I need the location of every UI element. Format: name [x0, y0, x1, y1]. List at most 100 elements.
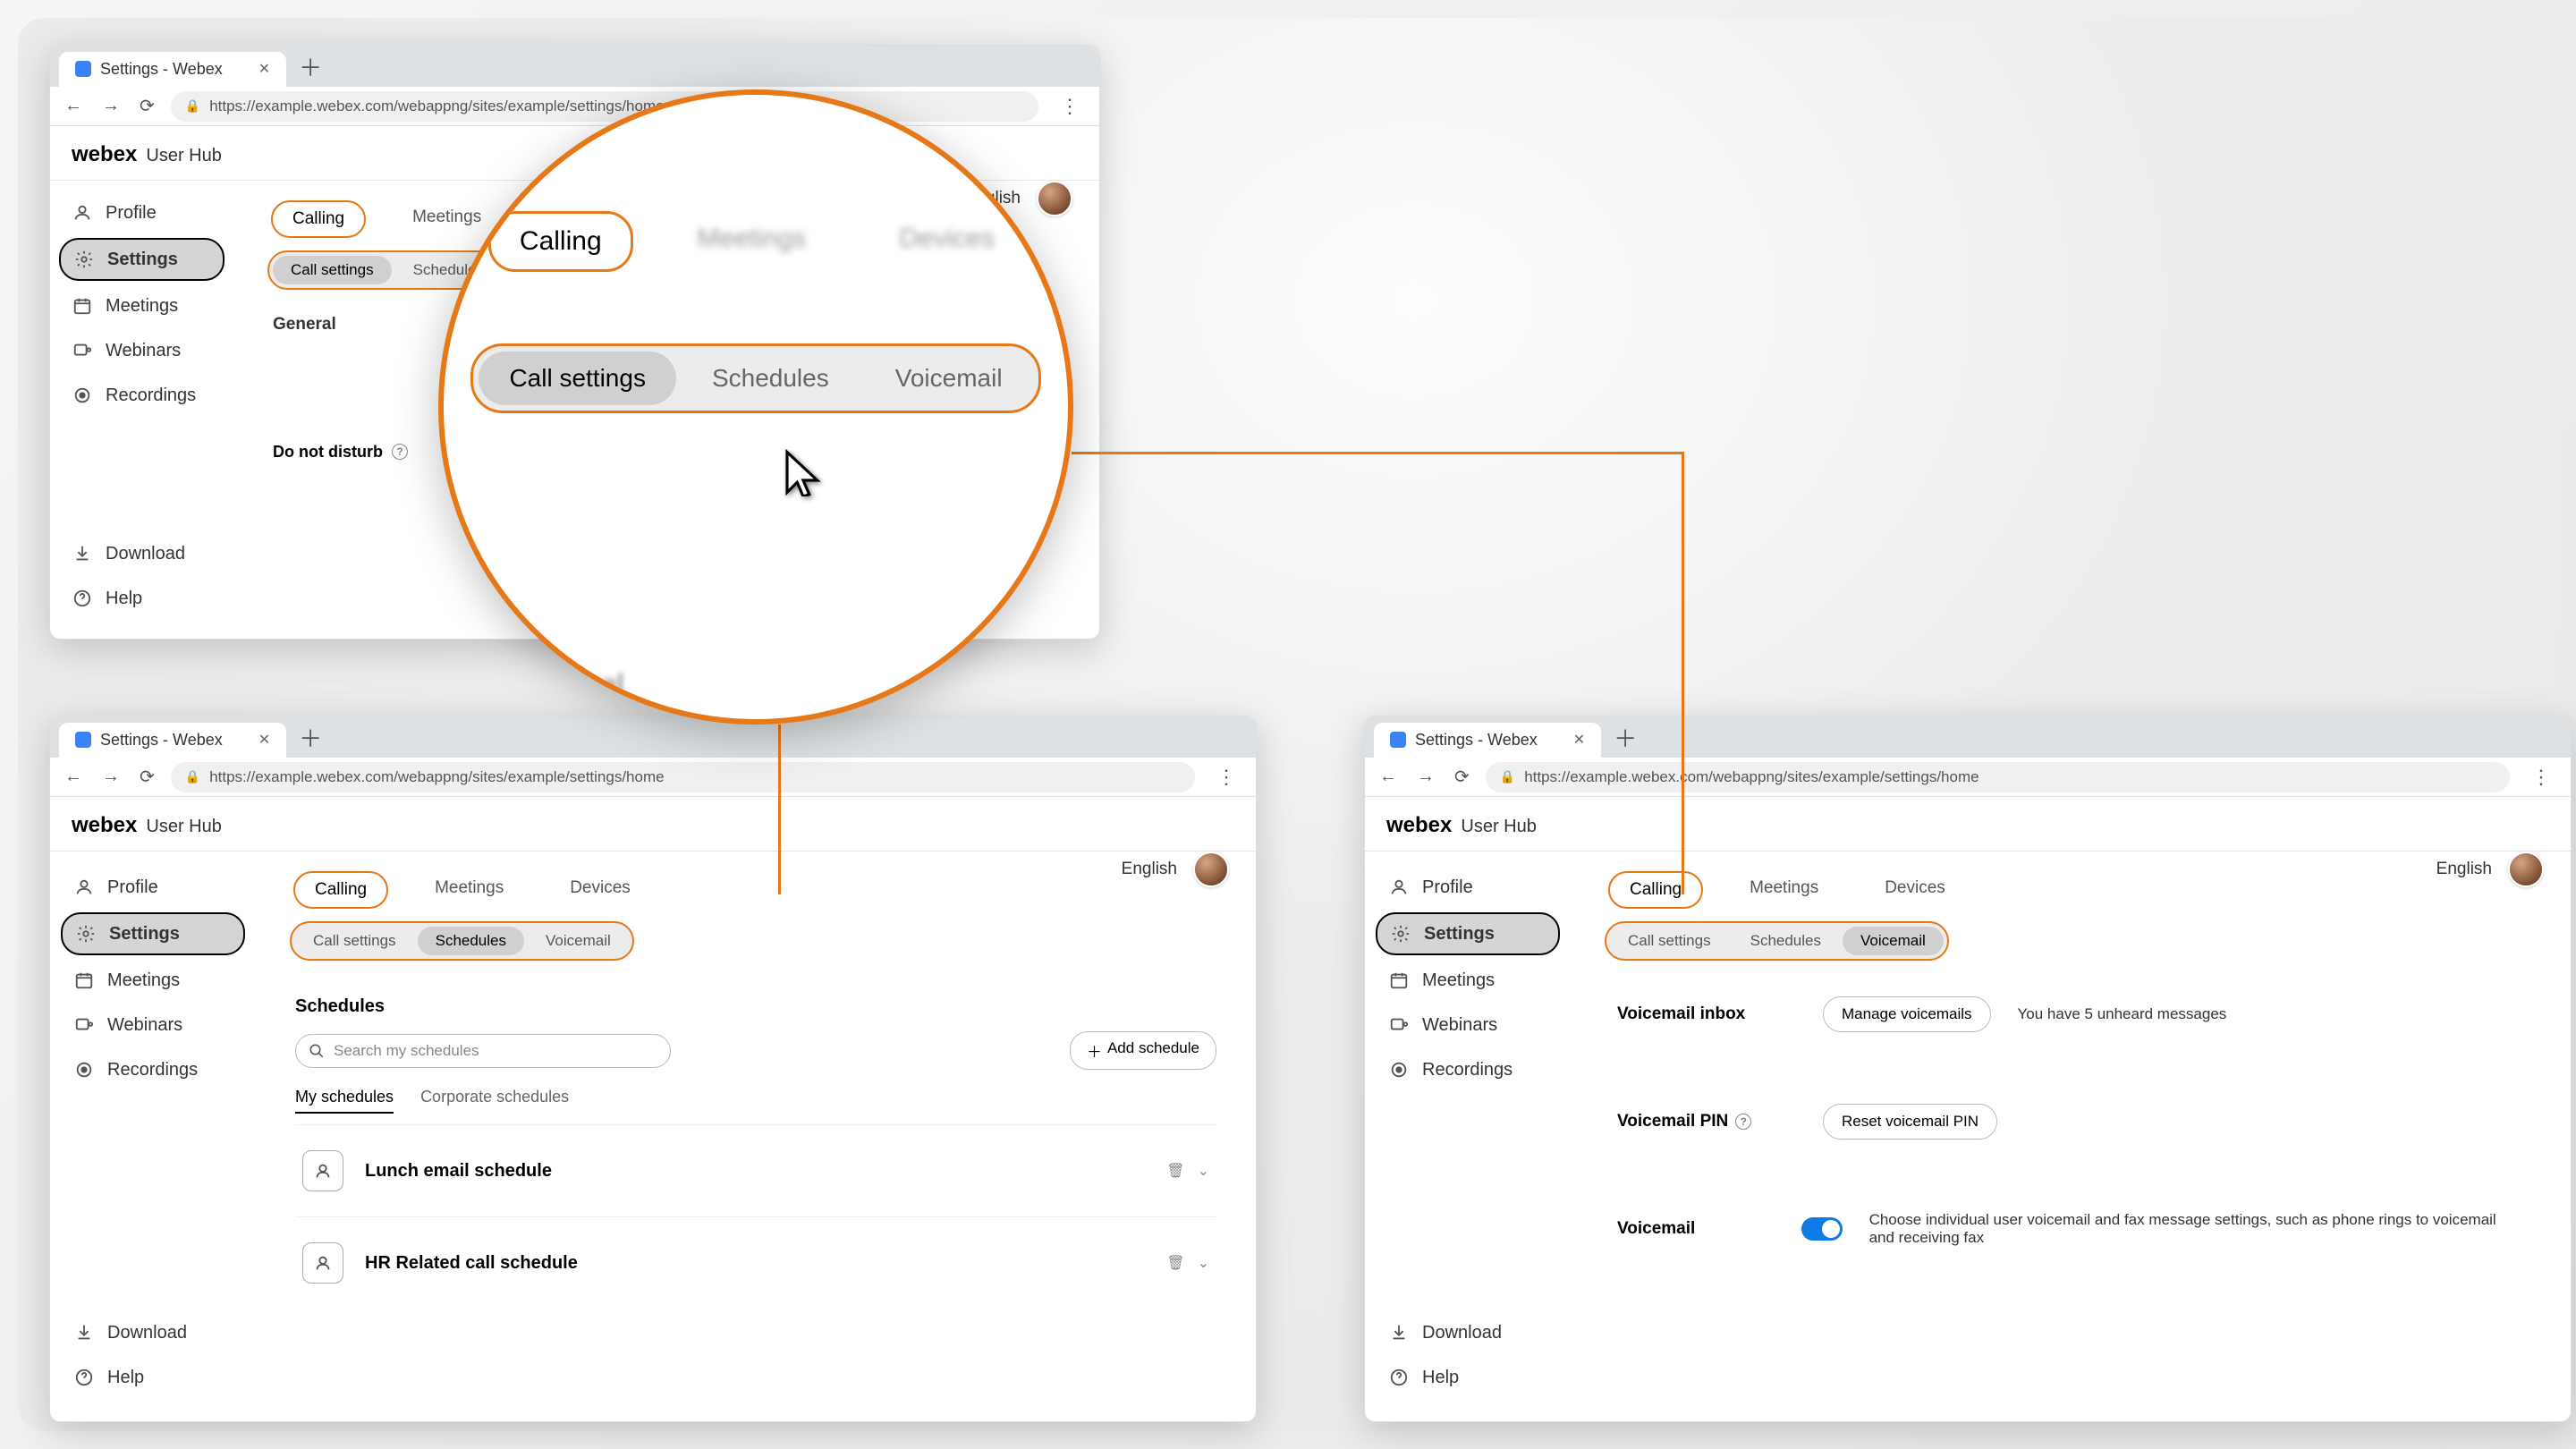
browser-tab-title: Settings - Webex: [100, 60, 223, 79]
sidebar-item-webinars[interactable]: Webinars: [59, 331, 225, 370]
sidebar-item-help[interactable]: Help: [1376, 1358, 1560, 1397]
subtab-call-settings[interactable]: Call settings: [273, 256, 392, 284]
forward-button[interactable]: →: [98, 763, 123, 791]
language-selector[interactable]: English: [2436, 860, 2492, 879]
add-label: Add schedule: [1107, 1039, 1199, 1062]
schedule-row[interactable]: HR Related call schedule 🗑⌄: [295, 1216, 1216, 1309]
forward-button[interactable]: →: [98, 92, 123, 120]
sidebar-item-settings[interactable]: Settings: [1376, 912, 1560, 955]
magnified-general-text: General: [524, 669, 624, 699]
manage-voicemails-button[interactable]: Manage voicemails: [1823, 996, 1991, 1032]
help-icon: [72, 588, 93, 609]
new-tab-button[interactable]: ＋: [299, 50, 322, 83]
browser-tab[interactable]: Settings - Webex ✕: [59, 723, 286, 758]
magnified-subtabs: Call settings Schedules Voicemail: [470, 343, 1040, 413]
sidebar-item-help[interactable]: Help: [59, 579, 225, 618]
add-schedule-button[interactable]: ＋Add schedule: [1070, 1031, 1216, 1070]
connector-line-to-voicemail-v: [1682, 452, 1684, 894]
voicemail-pin-row: Voicemail PIN? Reset voicemail PIN: [1590, 1068, 2551, 1175]
close-tab-icon[interactable]: ✕: [258, 60, 270, 78]
sidebar-item-recordings[interactable]: Recordings: [61, 1050, 245, 1089]
search-schedules-input[interactable]: Search my schedules: [295, 1034, 671, 1068]
sidebar-label: Webinars: [107, 1015, 182, 1036]
sidebar-label: Download: [106, 544, 185, 564]
voicemail-toggle[interactable]: [1801, 1217, 1843, 1241]
subtab-call-settings[interactable]: Call settings: [295, 927, 414, 955]
forward-button[interactable]: →: [1413, 763, 1438, 791]
subtab-call-settings[interactable]: Call settings: [479, 352, 676, 405]
gear-icon: [75, 923, 97, 945]
close-tab-icon[interactable]: ✕: [258, 731, 270, 749]
sidebar-item-download[interactable]: Download: [59, 534, 225, 573]
avatar[interactable]: [2508, 852, 2544, 887]
subtab-voicemail[interactable]: Voicemail: [1843, 927, 1944, 955]
subtab-schedules[interactable]: Schedules: [1733, 927, 1839, 955]
tab-devices[interactable]: Devices: [1865, 871, 1965, 909]
gear-icon: [73, 249, 95, 270]
tab-meetings[interactable]: Meetings: [1730, 871, 1838, 909]
reload-button[interactable]: ⟳: [1451, 762, 1473, 792]
search-icon: [309, 1043, 325, 1059]
tab-calling[interactable]: Calling: [1608, 871, 1703, 909]
tab-calling[interactable]: Calling: [271, 200, 366, 238]
sidebar-item-profile[interactable]: Profile: [59, 193, 225, 233]
download-icon: [1388, 1322, 1410, 1343]
main-content: English Calling Meetings Devices Call se…: [1571, 852, 2571, 1413]
subtab-call-settings[interactable]: Call settings: [1610, 927, 1729, 955]
tab-corporate-schedules[interactable]: Corporate schedules: [420, 1088, 569, 1114]
info-icon[interactable]: ?: [1735, 1114, 1751, 1130]
address-bar[interactable]: 🔒 https://example.webex.com/webappng/sit…: [171, 762, 1195, 792]
info-icon[interactable]: ?: [392, 444, 408, 460]
tab-calling[interactable]: Calling: [293, 871, 388, 909]
sidebar-item-meetings[interactable]: Meetings: [61, 961, 245, 1000]
calendar-icon: [72, 295, 93, 317]
sidebar-item-recordings[interactable]: Recordings: [59, 376, 225, 415]
sidebar-item-help[interactable]: Help: [61, 1358, 245, 1397]
subtab-schedules[interactable]: Schedules: [682, 352, 860, 405]
chevron-down-icon[interactable]: ⌄: [1198, 1254, 1209, 1272]
close-tab-icon[interactable]: ✕: [1573, 731, 1585, 749]
language-selector[interactable]: English: [1122, 860, 1177, 879]
browser-menu-button[interactable]: ⋮: [2522, 762, 2560, 792]
sidebar-item-download[interactable]: Download: [1376, 1313, 1560, 1352]
subtab-voicemail[interactable]: Voicemail: [865, 352, 1033, 405]
browser-tab[interactable]: Settings - Webex ✕: [59, 52, 286, 87]
chevron-down-icon[interactable]: ⌄: [1198, 1162, 1209, 1180]
sidebar-item-meetings[interactable]: Meetings: [1376, 961, 1560, 1000]
sidebar-item-meetings[interactable]: Meetings: [59, 286, 225, 326]
new-tab-button[interactable]: ＋: [1614, 721, 1637, 754]
back-button[interactable]: ←: [1376, 763, 1401, 791]
back-button[interactable]: ←: [61, 763, 86, 791]
tab-calling[interactable]: Calling: [488, 211, 633, 272]
subtab-voicemail[interactable]: Voicemail: [528, 927, 629, 955]
reload-button[interactable]: ⟳: [136, 762, 158, 792]
schedule-row[interactable]: Lunch email schedule 🗑 ⌄: [295, 1124, 1216, 1216]
sidebar-item-webinars[interactable]: Webinars: [61, 1005, 245, 1045]
reset-pin-button[interactable]: Reset voicemail PIN: [1823, 1104, 1997, 1140]
address-bar[interactable]: 🔒 https://example.webex.com/webappng/sit…: [1486, 762, 2510, 792]
sidebar-item-profile[interactable]: Profile: [61, 868, 245, 907]
browser-tab[interactable]: Settings - Webex ✕: [1374, 723, 1601, 758]
schedule-name: Lunch email schedule: [365, 1161, 552, 1182]
sidebar-label: Webinars: [106, 341, 181, 361]
calling-subtabs: Call settings Schedules Voicemail: [1605, 921, 1949, 961]
sidebar-item-download[interactable]: Download: [61, 1313, 245, 1352]
tab-meetings[interactable]: Meetings: [415, 871, 523, 909]
lock-icon: 🔒: [185, 98, 200, 114]
sidebar-item-recordings[interactable]: Recordings: [1376, 1050, 1560, 1089]
back-button[interactable]: ←: [61, 92, 86, 120]
delete-icon[interactable]: 🗑: [1166, 1162, 1184, 1180]
tab-devices[interactable]: Devices: [550, 871, 650, 909]
sidebar-item-settings[interactable]: Settings: [59, 238, 225, 281]
browser-menu-button[interactable]: ⋮: [1208, 762, 1245, 792]
sidebar-item-profile[interactable]: Profile: [1376, 868, 1560, 907]
subtab-schedules[interactable]: Schedules: [418, 927, 524, 955]
new-tab-button[interactable]: ＋: [299, 721, 322, 754]
browser-tab-bar: Settings - Webex ✕ ＋: [50, 716, 1256, 758]
reload-button[interactable]: ⟳: [136, 91, 158, 121]
delete-icon[interactable]: 🗑: [1166, 1254, 1184, 1272]
sidebar-item-settings[interactable]: Settings: [61, 912, 245, 955]
avatar[interactable]: [1193, 852, 1229, 887]
tab-my-schedules[interactable]: My schedules: [295, 1088, 394, 1114]
sidebar-item-webinars[interactable]: Webinars: [1376, 1005, 1560, 1045]
